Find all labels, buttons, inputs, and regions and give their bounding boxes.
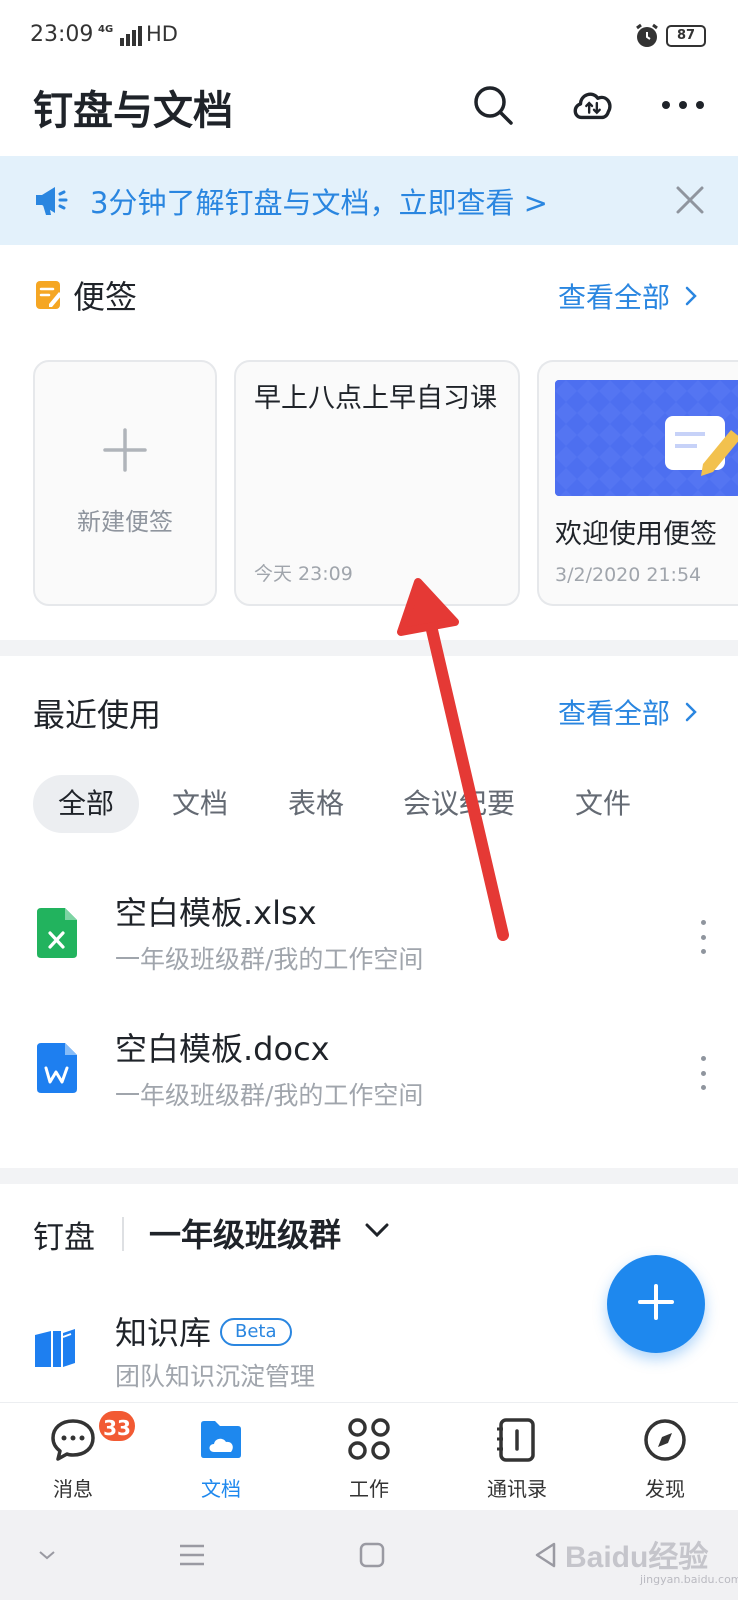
watermark: Baidu经验 xyxy=(565,1541,709,1574)
contacts-book-icon xyxy=(457,1417,577,1463)
section-divider xyxy=(0,1168,738,1184)
word-file-icon xyxy=(37,1043,77,1093)
beta-badge: Beta xyxy=(220,1318,292,1346)
view-all-label: 查看全部 xyxy=(558,281,671,314)
filter-chip-minutes[interactable]: 会议纪要 xyxy=(403,775,515,833)
more-icon[interactable] xyxy=(660,82,706,128)
signal-icon xyxy=(120,26,144,50)
memo-illustration xyxy=(555,380,738,496)
tab-label: 工作 xyxy=(349,1477,389,1501)
tab-discover[interactable]: 发现 xyxy=(605,1403,725,1511)
memo-time: 今天 23:09 xyxy=(254,563,353,585)
tab-label: 文档 xyxy=(201,1477,241,1501)
menu-icon[interactable] xyxy=(174,1510,210,1600)
excel-file-icon xyxy=(37,908,77,958)
file-path: 一年级班级群/我的工作空间 xyxy=(115,945,424,974)
close-icon[interactable] xyxy=(668,178,712,222)
chevron-down-icon[interactable] xyxy=(30,1510,64,1600)
page-title: 钉盘与文档 xyxy=(33,88,233,134)
filter-chip-all[interactable]: 全部 xyxy=(33,775,140,833)
banner-text[interactable]: 3分钟了解钉盘与文档，立即查看 > xyxy=(90,180,548,222)
view-all-recent-link[interactable]: 查看全部 xyxy=(558,692,698,732)
new-memo-card[interactable]: 新建便签 xyxy=(33,360,217,606)
memo-card[interactable]: 欢迎使用便签 3/2/2020 21:54 xyxy=(537,360,738,606)
tab-label: 消息 xyxy=(53,1477,93,1501)
battery-indicator: 87 xyxy=(666,25,706,47)
folder-cloud-icon xyxy=(161,1417,281,1461)
chevron-right-icon xyxy=(684,697,698,730)
plus-icon xyxy=(637,1283,675,1325)
file-name: 空白模板.docx xyxy=(115,1030,330,1068)
megaphone-icon xyxy=(33,183,75,221)
memo-text: 欢迎使用便签 xyxy=(555,519,717,550)
kb-title: 知识库 xyxy=(115,1314,212,1352)
unread-badge: 33 xyxy=(97,1409,137,1443)
file-name: 空白模板.xlsx xyxy=(115,894,317,932)
hd-indicator: HD xyxy=(146,22,178,46)
chevron-down-icon[interactable] xyxy=(364,1222,390,1242)
network-type: 4G xyxy=(98,24,114,35)
search-icon[interactable] xyxy=(470,82,516,128)
file-path: 一年级班级群/我的工作空间 xyxy=(115,1081,424,1110)
home-icon[interactable] xyxy=(354,1510,390,1600)
view-all-memos-link[interactable]: 查看全部 xyxy=(558,276,698,316)
kb-subtitle: 团队知识沉淀管理 xyxy=(115,1362,316,1391)
chevron-right-icon xyxy=(684,281,698,314)
status-bar: 23:09 4G HD 87 xyxy=(0,0,738,72)
tab-documents[interactable]: 文档 xyxy=(161,1403,281,1511)
watermark-url: jingyan.baidu.com xyxy=(640,1573,738,1586)
back-icon[interactable] xyxy=(530,1510,562,1600)
memo-text: 早上八点上早自习课 xyxy=(254,383,497,414)
filter-chip-files[interactable]: 文件 xyxy=(575,775,631,833)
bottom-tab-bar: 33 消息 文档 工作 通讯录 发现 xyxy=(0,1402,738,1510)
cloud-sync-icon[interactable] xyxy=(570,82,616,128)
tab-messages[interactable]: 33 消息 xyxy=(13,1403,137,1511)
plus-icon xyxy=(35,428,215,476)
tab-label: 通讯录 xyxy=(487,1477,547,1501)
memo-icon xyxy=(35,280,63,314)
memo-card[interactable]: 早上八点上早自习课 今天 23:09 xyxy=(234,360,520,606)
section-divider xyxy=(0,640,738,656)
disk-label: 钉盘 xyxy=(33,1220,95,1256)
section-title-recent: 最近使用 xyxy=(33,696,162,734)
tab-work[interactable]: 工作 xyxy=(309,1403,429,1511)
memo-time: 3/2/2020 21:54 xyxy=(555,564,702,586)
new-memo-label: 新建便签 xyxy=(77,508,173,536)
add-button[interactable] xyxy=(607,1255,705,1353)
section-title-memos: 便签 xyxy=(73,278,138,316)
filter-chip-sheets[interactable]: 表格 xyxy=(288,775,344,833)
alarm-icon xyxy=(634,23,660,53)
view-all-label: 查看全部 xyxy=(558,697,671,730)
compass-icon xyxy=(605,1417,725,1463)
filter-chip-docs[interactable]: 文档 xyxy=(172,775,228,833)
more-vert-icon[interactable] xyxy=(696,1056,710,1090)
tab-label: 发现 xyxy=(645,1477,685,1501)
apps-grid-icon xyxy=(309,1417,429,1461)
book-icon xyxy=(33,1327,77,1375)
group-selector[interactable]: 一年级班级群 xyxy=(149,1210,341,1256)
status-time: 23:09 xyxy=(30,22,94,47)
vertical-divider xyxy=(122,1217,124,1251)
more-vert-icon[interactable] xyxy=(696,920,710,954)
promo-banner[interactable]: 3分钟了解钉盘与文档，立即查看 > xyxy=(0,156,738,245)
tab-contacts[interactable]: 通讯录 xyxy=(457,1403,577,1511)
